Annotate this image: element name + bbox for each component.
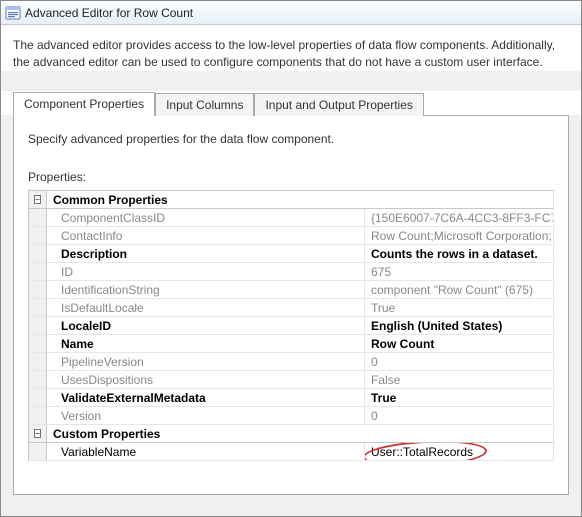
property-value[interactable]: Row Count;Microsoft Corporation; xyxy=(365,227,554,245)
property-name: UsesDispositions xyxy=(47,371,365,389)
window-title: Advanced Editor for Row Count xyxy=(25,6,193,20)
property-value[interactable]: 675 xyxy=(365,263,554,281)
tab-component-properties[interactable]: Component Properties xyxy=(13,92,155,116)
property-name: LocaleID xyxy=(47,317,365,335)
property-value[interactable]: {150E6007-7C6A-4CC3-8FF3-FC7378 xyxy=(365,209,554,227)
category-name: Custom Properties xyxy=(47,425,365,443)
property-value[interactable]: 0 xyxy=(365,407,554,425)
description-area: The advanced editor provides access to t… xyxy=(1,25,581,71)
titlebar: Advanced Editor for Row Count xyxy=(1,1,581,25)
property-name: ContactInfo xyxy=(47,227,365,245)
property-name: PipelineVersion xyxy=(47,353,365,371)
property-row[interactable]: ComponentClassID{150E6007-7C6A-4CC3-8FF3… xyxy=(29,209,554,227)
property-name: IsDefaultLocale xyxy=(47,299,365,317)
property-value[interactable]: Row Count xyxy=(365,335,554,353)
category-value-blank xyxy=(365,425,554,443)
tab-panel: Specify advanced properties for the data… xyxy=(13,115,569,495)
tabstrip: Component Properties Input Columns Input… xyxy=(1,91,581,115)
property-row[interactable]: VariableName User::TotalRecords xyxy=(29,443,554,461)
property-name: Version xyxy=(47,407,365,425)
property-value-variable-name[interactable]: User::TotalRecords xyxy=(365,443,554,461)
category-row: − Common Properties xyxy=(29,191,554,209)
property-row[interactable]: Version0 xyxy=(29,407,554,425)
collapse-toggle[interactable]: − xyxy=(29,191,47,209)
property-grid: − Common Properties ComponentClassID{150… xyxy=(28,190,554,461)
property-row[interactable]: ID675 xyxy=(29,263,554,281)
property-value[interactable]: English (United States) xyxy=(365,317,554,335)
tab-input-output-properties[interactable]: Input and Output Properties xyxy=(254,93,423,116)
property-row[interactable]: ValidateExternalMetadataTrue xyxy=(29,389,554,407)
property-value[interactable]: True xyxy=(365,389,554,407)
property-name: ComponentClassID xyxy=(47,209,365,227)
minus-icon: − xyxy=(34,195,41,204)
category-row: − Custom Properties xyxy=(29,425,554,443)
property-row[interactable]: LocaleIDEnglish (United States) xyxy=(29,317,554,335)
property-name: VariableName xyxy=(47,443,365,461)
minus-icon: − xyxy=(34,429,41,438)
tab-description: Specify advanced properties for the data… xyxy=(28,132,554,146)
property-name: ValidateExternalMetadata xyxy=(47,389,365,407)
property-name: ID xyxy=(47,263,365,281)
highlight-annotation: User::TotalRecords xyxy=(371,445,473,459)
editor-description: The advanced editor provides access to t… xyxy=(13,37,569,71)
property-row[interactable]: NameRow Count xyxy=(29,335,554,353)
property-row[interactable]: ContactInfoRow Count;Microsoft Corporati… xyxy=(29,227,554,245)
property-row[interactable]: IsDefaultLocaleTrue xyxy=(29,299,554,317)
property-name: Name xyxy=(47,335,365,353)
property-value[interactable]: 0 xyxy=(365,353,554,371)
property-value[interactable]: False xyxy=(365,371,554,389)
property-row[interactable]: DescriptionCounts the rows in a dataset. xyxy=(29,245,554,263)
property-value[interactable]: True xyxy=(365,299,554,317)
property-name: IdentificationString xyxy=(47,281,365,299)
property-row[interactable]: UsesDispositionsFalse xyxy=(29,371,554,389)
property-value[interactable]: Counts the rows in a dataset. xyxy=(365,245,554,263)
property-name: Description xyxy=(47,245,365,263)
property-row[interactable]: PipelineVersion0 xyxy=(29,353,554,371)
properties-label: Properties: xyxy=(28,170,554,184)
collapse-toggle[interactable]: − xyxy=(29,425,47,443)
category-name: Common Properties xyxy=(47,191,365,209)
property-row[interactable]: IdentificationStringcomponent "Row Count… xyxy=(29,281,554,299)
property-value[interactable]: component "Row Count" (675) xyxy=(365,281,554,299)
tab-input-columns[interactable]: Input Columns xyxy=(155,93,254,116)
window-icon xyxy=(5,5,21,21)
category-value-blank xyxy=(365,191,554,209)
